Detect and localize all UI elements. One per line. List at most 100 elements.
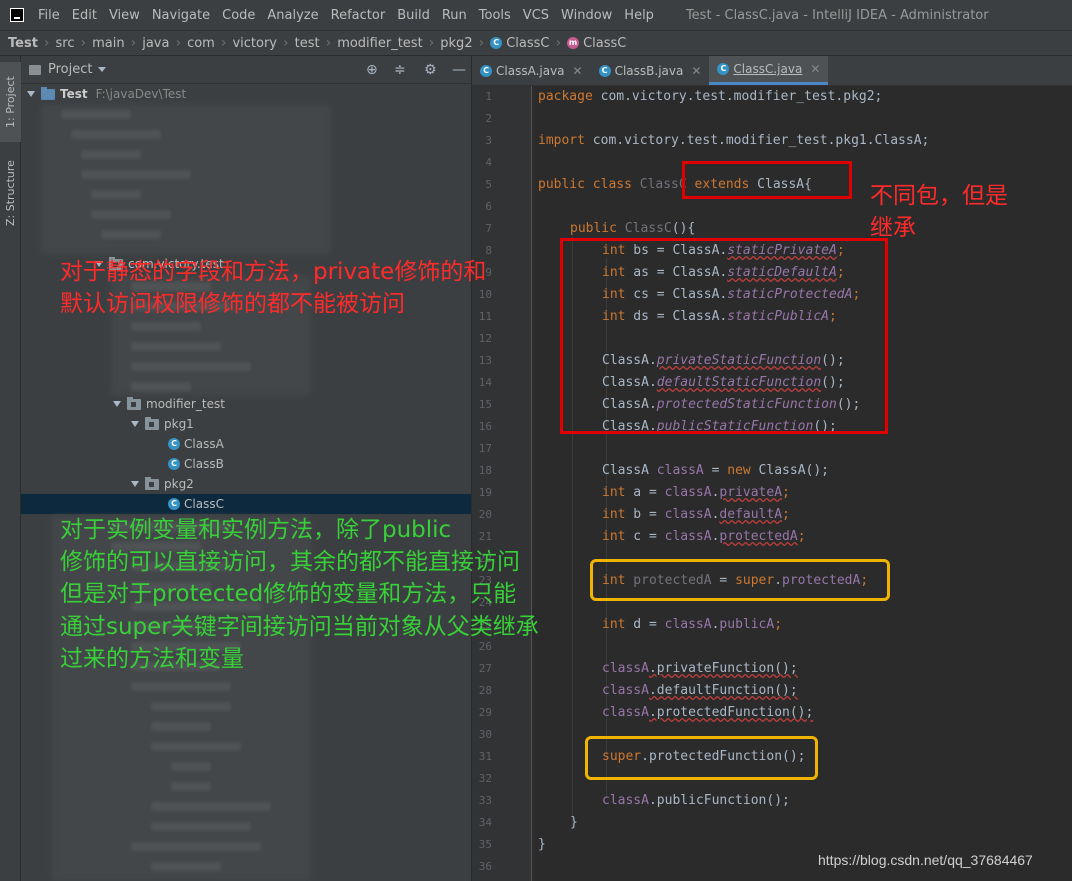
menu-view[interactable]: View <box>103 8 146 23</box>
line-number: 18 <box>478 464 492 477</box>
package-icon <box>127 396 141 410</box>
code-line-25: int d = classA.publicA; <box>602 617 783 632</box>
annotation-line: 不同包，但是 <box>870 183 1008 209</box>
breadcrumb-item-classc[interactable]: C ClassC <box>490 36 549 51</box>
code-line-10: int cs = ClassA.staticProtectedA; <box>602 287 861 302</box>
tree-item-pkg2[interactable]: pkg2 <box>21 474 471 494</box>
hide-panel-icon[interactable]: — <box>452 63 466 77</box>
line-number: 30 <box>478 728 492 741</box>
class-icon: C <box>168 498 180 510</box>
line-number: 31 <box>478 750 492 763</box>
tab-label: ClassC.java <box>733 62 803 76</box>
project-view-selector[interactable]: Project <box>48 62 92 77</box>
tab-classb-java[interactable]: C ClassB.java ✕ <box>591 56 710 85</box>
tree-item-test-root[interactable]: Test F:\javaDev\Test <box>21 84 471 104</box>
code-line-9: int as = ClassA.staticDefaultA; <box>602 265 845 280</box>
breadcrumb-item-victory[interactable]: victory <box>232 36 277 51</box>
tab-structure-side[interactable]: Z: Structure <box>0 152 21 234</box>
menu-tools[interactable]: Tools <box>473 8 517 23</box>
breadcrumb-item-test-pkg[interactable]: test <box>295 36 320 51</box>
expand-arrow-icon[interactable] <box>131 481 139 487</box>
blurred-region <box>41 104 331 254</box>
annotation-line: 继承 <box>870 215 916 242</box>
module-folder-icon <box>41 86 55 100</box>
annotation-instance: 对于实例变量和实例方法，除了public 修饰的可以直接访问，其余的都不能直接访… <box>60 514 539 675</box>
tab-classc-java[interactable]: C ClassC.java ✕ <box>709 56 829 85</box>
chevron-down-icon[interactable] <box>98 67 107 72</box>
menu-code[interactable]: Code <box>216 8 261 23</box>
close-icon[interactable]: ✕ <box>573 64 583 78</box>
tab-label: ClassB.java <box>614 63 684 78</box>
tree-item-classa[interactable]: C ClassA <box>21 434 471 454</box>
code-line-20: int b = classA.defaultA; <box>602 507 790 522</box>
annotation-inherit: 不同包，但是 继承 <box>870 180 1008 244</box>
line-number: 34 <box>478 816 492 829</box>
code-line-34: } <box>570 815 578 830</box>
tree-item-modifier-test[interactable]: modifier_test <box>21 394 471 414</box>
tab-project-side[interactable]: 1: Project <box>0 62 21 142</box>
breadcrumb-item-java[interactable]: java <box>142 36 169 51</box>
tree-item-pkg1[interactable]: pkg1 <box>21 414 471 434</box>
menu-refactor[interactable]: Refactor <box>325 8 392 23</box>
code-line-19: int a = classA.privateA; <box>602 485 790 500</box>
line-number: 32 <box>478 772 492 785</box>
annotation-line: 对于实例变量和实例方法，除了public <box>60 517 452 543</box>
breadcrumb-constructor-label: ClassC <box>583 35 627 51</box>
menu-window[interactable]: Window <box>555 8 618 23</box>
breadcrumb-item-constructor[interactable]: m ClassC <box>567 36 626 51</box>
line-number: 3 <box>485 134 492 147</box>
breadcrumb-item-main[interactable]: main <box>92 36 124 51</box>
close-icon[interactable]: ✕ <box>810 62 820 76</box>
menu-analyze[interactable]: Analyze <box>261 8 324 23</box>
annotation-line: 但是对于protected修饰的变量和方法，只能 <box>60 581 517 608</box>
expand-arrow-icon[interactable] <box>113 401 121 407</box>
line-number: 1 <box>485 90 492 103</box>
tree-item-classc[interactable]: C ClassC <box>21 494 471 514</box>
tree-item-classb[interactable]: C ClassB <box>21 454 471 474</box>
line-number: 35 <box>478 838 492 851</box>
breadcrumb-item-com[interactable]: com <box>187 36 215 51</box>
close-icon[interactable]: ✕ <box>691 64 701 78</box>
code-line-16: ClassA.publicStaticFunction(); <box>602 419 837 434</box>
code-line-14: ClassA.defaultStaticFunction(); <box>602 375 845 390</box>
breadcrumb-item-src[interactable]: src <box>56 36 75 51</box>
tab-structure-side-label: Z: Structure <box>4 160 17 226</box>
breadcrumb: Test › src › main › java › com › victory › tes… <box>0 30 1072 56</box>
code-line-13: ClassA.privateStaticFunction(); <box>602 353 845 368</box>
code-line-18: ClassA classA = new ClassA(); <box>602 463 830 478</box>
annotation-line: 修饰的可以直接访问，其余的都不能直接访问 <box>60 549 520 576</box>
tab-classa-java[interactable]: C ClassA.java ✕ <box>472 56 591 85</box>
line-number: 29 <box>478 706 492 719</box>
code-line-33: classA.publicFunction(); <box>602 793 790 808</box>
menu-file[interactable]: File <box>32 8 66 23</box>
annotation-line: 默认访问权限修饰的都不能被访问 <box>60 291 405 318</box>
expand-arrow-icon[interactable] <box>131 421 139 427</box>
annotation-line: 通过super关键字间接访问当前对象从父类继承 <box>60 613 539 640</box>
tree-label: pkg2 <box>164 477 194 491</box>
collapse-all-icon[interactable]: ≑ <box>394 63 406 77</box>
breadcrumb-item-pkg2[interactable]: pkg2 <box>440 36 472 51</box>
breadcrumb-item-test[interactable]: Test <box>8 36 38 51</box>
annotation-line: 对于静态的字段和方法，private修饰的和 <box>60 259 487 285</box>
menu-run[interactable]: Run <box>436 8 473 23</box>
gear-icon[interactable]: ⚙ <box>424 63 437 77</box>
code-line-28: classA.defaultFunction(); <box>602 683 798 698</box>
package-icon <box>145 476 159 490</box>
code-line-8: int bs = ClassA.staticPrivateA; <box>602 243 845 258</box>
class-icon: C <box>168 458 180 470</box>
line-number: 15 <box>478 398 492 411</box>
menu-vcs[interactable]: VCS <box>517 8 555 23</box>
menu-edit[interactable]: Edit <box>66 8 103 23</box>
menu-navigate[interactable]: Navigate <box>146 8 216 23</box>
locate-target-icon[interactable]: ⊕ <box>366 63 378 77</box>
expand-arrow-icon[interactable] <box>27 91 35 97</box>
breadcrumb-classc-label: ClassC <box>506 35 550 51</box>
breadcrumb-item-modifier-test[interactable]: modifier_test <box>337 36 422 51</box>
annotation-static: 对于静态的字段和方法，private修饰的和 默认访问权限修饰的都不能被访问 <box>60 256 486 320</box>
menu-help[interactable]: Help <box>618 8 660 23</box>
class-icon: C <box>717 63 730 75</box>
menu-build[interactable]: Build <box>391 8 436 23</box>
class-icon: C <box>490 37 503 49</box>
tree-label: ClassB <box>184 457 224 471</box>
line-number: 19 <box>478 486 492 499</box>
